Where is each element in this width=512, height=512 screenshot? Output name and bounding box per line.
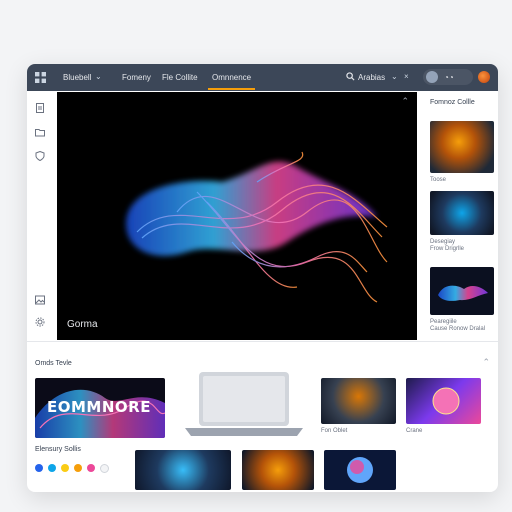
nav-tab-2[interactable]: Fle Collite xyxy=(162,73,198,82)
user-toggle[interactable]: ◔◔ xyxy=(423,69,473,85)
gallery-thumbnail[interactable] xyxy=(430,191,494,235)
settings-icon[interactable] xyxy=(35,317,45,327)
shield-icon[interactable] xyxy=(35,151,45,161)
thumbnail-caption: Toose xyxy=(430,177,447,183)
preview-canvas[interactable]: ⌃ Gorma xyxy=(57,92,417,340)
gallery-thumbnail[interactable] xyxy=(406,378,481,424)
toggle-icon: ◔◔ xyxy=(444,73,454,82)
gallery-thumbnail[interactable] xyxy=(430,121,494,173)
search-icon[interactable] xyxy=(346,72,355,81)
color-swatch[interactable] xyxy=(48,464,56,472)
bottom-section: Omds Tevle ⌃ EOMMNORE Fon Oblet Crane El… xyxy=(27,342,498,492)
color-swatch[interactable] xyxy=(74,464,82,472)
color-swatch[interactable] xyxy=(100,464,109,473)
image-icon[interactable] xyxy=(35,295,45,305)
color-swatch[interactable] xyxy=(87,464,95,472)
left-sidebar xyxy=(27,91,55,341)
right-panel: Fomnoz Collle Toose Desegiay Frow Drigrl… xyxy=(422,91,498,341)
section-title: Omds Tevle xyxy=(35,360,72,367)
color-swatch[interactable] xyxy=(61,464,69,472)
avatar[interactable] xyxy=(478,71,490,83)
laptop-mockup[interactable] xyxy=(179,370,309,440)
search-input[interactable]: Arabias xyxy=(358,73,385,82)
thumbnail-caption: Fon Oblet xyxy=(321,428,348,434)
gallery-thumbnail[interactable] xyxy=(135,450,231,490)
app-title[interactable]: Bluebell xyxy=(63,73,91,82)
nav-tab-3[interactable]: Omnnence xyxy=(207,73,256,90)
chevron-down-icon[interactable]: ⌄ xyxy=(95,72,102,81)
gallery-thumbnail[interactable] xyxy=(321,378,396,424)
thumbnail-caption: Desegiay Frow Drigrlle xyxy=(430,239,465,252)
chevron-down-icon[interactable]: ⌄ xyxy=(391,72,398,81)
chevron-up-icon[interactable]: ⌃ xyxy=(482,357,490,368)
color-label: Elensury Sollis xyxy=(35,446,81,453)
abstract-wave-artwork xyxy=(126,151,388,303)
apps-grid-icon[interactable] xyxy=(35,72,46,83)
toggle-knob xyxy=(426,71,438,83)
nav-tab-1[interactable]: Fomeny xyxy=(122,73,151,82)
panel-title: Fomnoz Collle xyxy=(430,99,475,106)
file-icon[interactable] xyxy=(35,103,45,113)
folder-icon[interactable] xyxy=(35,127,45,137)
chevron-up-icon[interactable]: ⌃ xyxy=(401,96,409,107)
close-icon[interactable]: × xyxy=(404,72,409,81)
gallery-thumbnail[interactable] xyxy=(430,267,494,315)
app-window: Bluebell ⌄ Fomeny Fle Collite Omnnence A… xyxy=(27,64,498,492)
hero-card-text: EOMMNORE xyxy=(47,398,151,416)
top-bar: Bluebell ⌄ Fomeny Fle Collite Omnnence A… xyxy=(27,64,498,91)
gallery-thumbnail[interactable] xyxy=(242,450,314,490)
canvas-caption: Gorma xyxy=(67,319,98,330)
color-swatch[interactable] xyxy=(35,464,43,472)
hero-card[interactable]: EOMMNORE xyxy=(35,378,165,438)
thumbnail-caption: Crane xyxy=(406,428,423,434)
thumbnail-caption: Pearegiile Cause Ronow Dralal xyxy=(430,319,486,332)
gallery-thumbnail[interactable] xyxy=(324,450,396,490)
